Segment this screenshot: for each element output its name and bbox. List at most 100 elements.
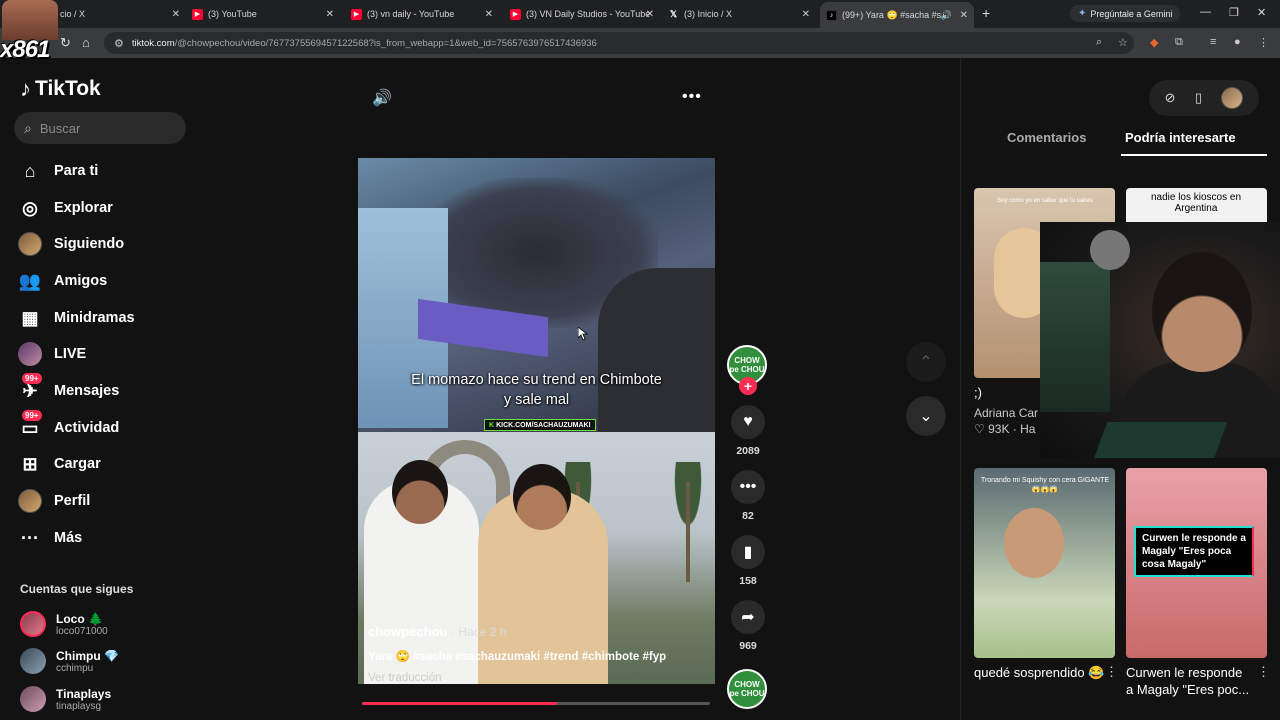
sidebar-item-siguiendo[interactable]: Siguiendo (18, 229, 124, 259)
kick-watermark: K KICK.COM/SACHAUZUMAKI (484, 419, 596, 431)
zoom-icon[interactable]: ⌕ (1096, 36, 1102, 49)
sidebar-item-amigos[interactable]: 👥 Amigos (18, 266, 107, 296)
sidebar-item-label: LIVE (54, 346, 87, 362)
sidebar-item-mensajes[interactable]: ✈ 99+ Mensajes (18, 373, 119, 406)
following-account[interactable]: Loco 🌲 loco071000 (20, 608, 108, 640)
sidebar-item-live[interactable]: LIVE (18, 339, 86, 369)
minimize-icon[interactable]: — (1200, 6, 1211, 18)
card-extra: Ha (1020, 422, 1036, 436)
sound-creator-avatar[interactable]: CHOW pe CHOU (727, 669, 767, 709)
sidebar-item-cargar[interactable]: ⊞ Cargar (18, 449, 100, 479)
like-button[interactable]: ♥ 2089 (731, 405, 765, 457)
close-icon[interactable]: ✕ (326, 9, 334, 20)
coin-icon[interactable]: ⊘ (1165, 90, 1176, 106)
avatar (20, 611, 46, 637)
save-count: 158 (739, 575, 757, 587)
following-account[interactable]: Tinaplays tinaplaysg (20, 683, 111, 715)
volume-icon[interactable]: 🔊 (372, 88, 392, 108)
previous-video-button[interactable]: ⌃ (906, 342, 946, 382)
video-progress-bar[interactable] (362, 702, 710, 705)
search-box[interactable]: ⌕ (14, 112, 186, 144)
chevron-up-icon: ⌃ (919, 354, 933, 371)
close-icon[interactable]: ✕ (485, 9, 493, 20)
extension-fox-icon[interactable]: ◆ (1150, 36, 1158, 49)
site-info-icon[interactable]: ⚙ (114, 37, 124, 50)
card-overlay-text: nadie los kioscos en Argentina (1150, 192, 1242, 214)
avatar[interactable] (1221, 87, 1244, 109)
sidebar-item-label: Amigos (54, 273, 108, 289)
browser-tab[interactable]: ▶ (3) YouTube ✕ (192, 3, 334, 25)
card-overlay-text: Soy como yo en saber que tu sabes (997, 198, 1093, 204)
share-button[interactable]: ➦ 969 (731, 600, 765, 652)
live-avatar-icon (18, 342, 42, 366)
profile-icon[interactable]: ● (1234, 36, 1241, 48)
browser-tab[interactable]: 𝕏 (3) Inicio / X ✕ (668, 3, 810, 25)
close-icon[interactable]: ✕ (960, 10, 968, 21)
sidebar-item-label: Actividad (54, 420, 120, 436)
close-icon[interactable]: ✕ (646, 9, 654, 20)
browser-tab[interactable]: ▶ (3) VN Daily Studios - YouTube ✕ (510, 3, 654, 25)
following-account[interactable]: Chimpu 💎 cchimpu (20, 645, 119, 677)
sidebar-item-label: Siguiendo (54, 236, 125, 252)
media-control-icon[interactable]: ≡ (1210, 36, 1216, 48)
tiktok-logo[interactable]: ♪ TikTok (20, 76, 101, 102)
bookmark-star-icon[interactable]: ☆ (1118, 36, 1128, 49)
save-button[interactable]: ▮ 158 (731, 535, 765, 587)
tab-title: (99+) Yara 🙄 #sacha #sach (842, 9, 942, 20)
sidebar-item-para-ti[interactable]: ⌂ Para ti (18, 156, 99, 186)
tab-recommended[interactable]: Podría interesarte (1125, 130, 1236, 145)
more-icon: ··· (21, 527, 39, 548)
sidebar-item-actividad[interactable]: ▭ 99+ Actividad (18, 410, 120, 443)
sidebar-item-minidramas[interactable]: ▦ Minidramas (18, 303, 134, 333)
upload-icon: ⊞ (22, 453, 38, 474)
keyboard (1092, 422, 1228, 458)
sidebar-item-explorar[interactable]: ◎ Explorar (18, 193, 113, 223)
translate-link[interactable]: Ver traducción (368, 672, 708, 684)
close-icon[interactable]: ✕ (802, 9, 810, 20)
video-card[interactable]: Curwen le responde a Magaly "Eres poca c… (1126, 468, 1267, 658)
card-title[interactable]: Curwen le responde a Magaly "Eres poc... (1126, 664, 1252, 698)
comment-button[interactable]: ••• 82 (731, 470, 765, 522)
video-card[interactable]: Tronando mi Squishy con cera GIGANTE 😱😱😱 (974, 468, 1115, 658)
menu-kebab-icon[interactable]: ⋮ (1258, 36, 1269, 49)
card-more-icon[interactable]: ⋮ (1257, 664, 1270, 680)
maximize-icon[interactable]: ❐ (1229, 6, 1239, 19)
close-icon[interactable]: ✕ (172, 9, 180, 20)
card-more-icon[interactable]: ⋮ (1105, 664, 1118, 680)
new-tab-icon[interactable]: + (982, 5, 990, 21)
search-input[interactable] (39, 120, 170, 136)
window-close-icon[interactable]: ✕ (1257, 6, 1266, 19)
sidebar-item-mas[interactable]: ··· Más (18, 523, 82, 553)
compass-icon: ◎ (22, 197, 38, 218)
caption-line: El momazo hace su trend en Chimbote (411, 372, 662, 388)
browser-tab[interactable]: ▶ (3) vn daily - YouTube ✕ (351, 3, 493, 25)
sidebar-item-perfil[interactable]: Perfil (18, 486, 90, 516)
extensions-icon[interactable]: ⧉ (1175, 36, 1183, 49)
reload-icon[interactable]: ↻ (60, 35, 71, 51)
tiktok-icon: ♪ (826, 9, 837, 21)
bookmark-icon: ▮ (731, 535, 765, 569)
video-author[interactable]: chowpechou · Hace 2 h (368, 624, 708, 639)
author-name[interactable]: chowpechou (368, 624, 447, 639)
gemini-button[interactable]: ✦ Pregúntale a Gemini (1070, 5, 1181, 22)
browser-tab-active[interactable]: ♪ (99+) Yara 🙄 #sacha #sach 🔊 ✕ (820, 2, 974, 28)
tab-title: (3) VN Daily Studios - YouTube (526, 9, 651, 19)
next-video-button[interactable]: ⌄ (906, 396, 946, 436)
account-name: Loco 🌲 (56, 611, 103, 626)
address-bar[interactable]: ⚙ tiktok.com /@chowpechou/video/76773755… (104, 32, 1134, 54)
device-icon[interactable]: ▯ (1195, 90, 1202, 106)
speaker-icon[interactable]: 🔊 (941, 10, 952, 21)
card-title[interactable]: quedé sosprendido 😂 (974, 664, 1109, 681)
browser-tab[interactable]: cio / X ✕ (60, 3, 180, 25)
video-player[interactable]: El momazo hace su trend en Chimbote y sa… (358, 158, 715, 684)
card-author[interactable]: Adriana Car (974, 406, 1038, 420)
streamer-avatar (2, 0, 58, 40)
streamer-face (1152, 252, 1252, 372)
caption-line: y sale mal (503, 392, 570, 408)
tab-comments[interactable]: Comentarios (1007, 130, 1086, 145)
watermark-text: KICK.COM/SACHAUZUMAKI (496, 421, 591, 429)
scene-element (1040, 262, 1110, 412)
more-options-icon[interactable]: ••• (682, 88, 702, 106)
home-icon[interactable]: ⌂ (82, 35, 90, 50)
follow-plus-icon[interactable]: + (739, 377, 757, 395)
